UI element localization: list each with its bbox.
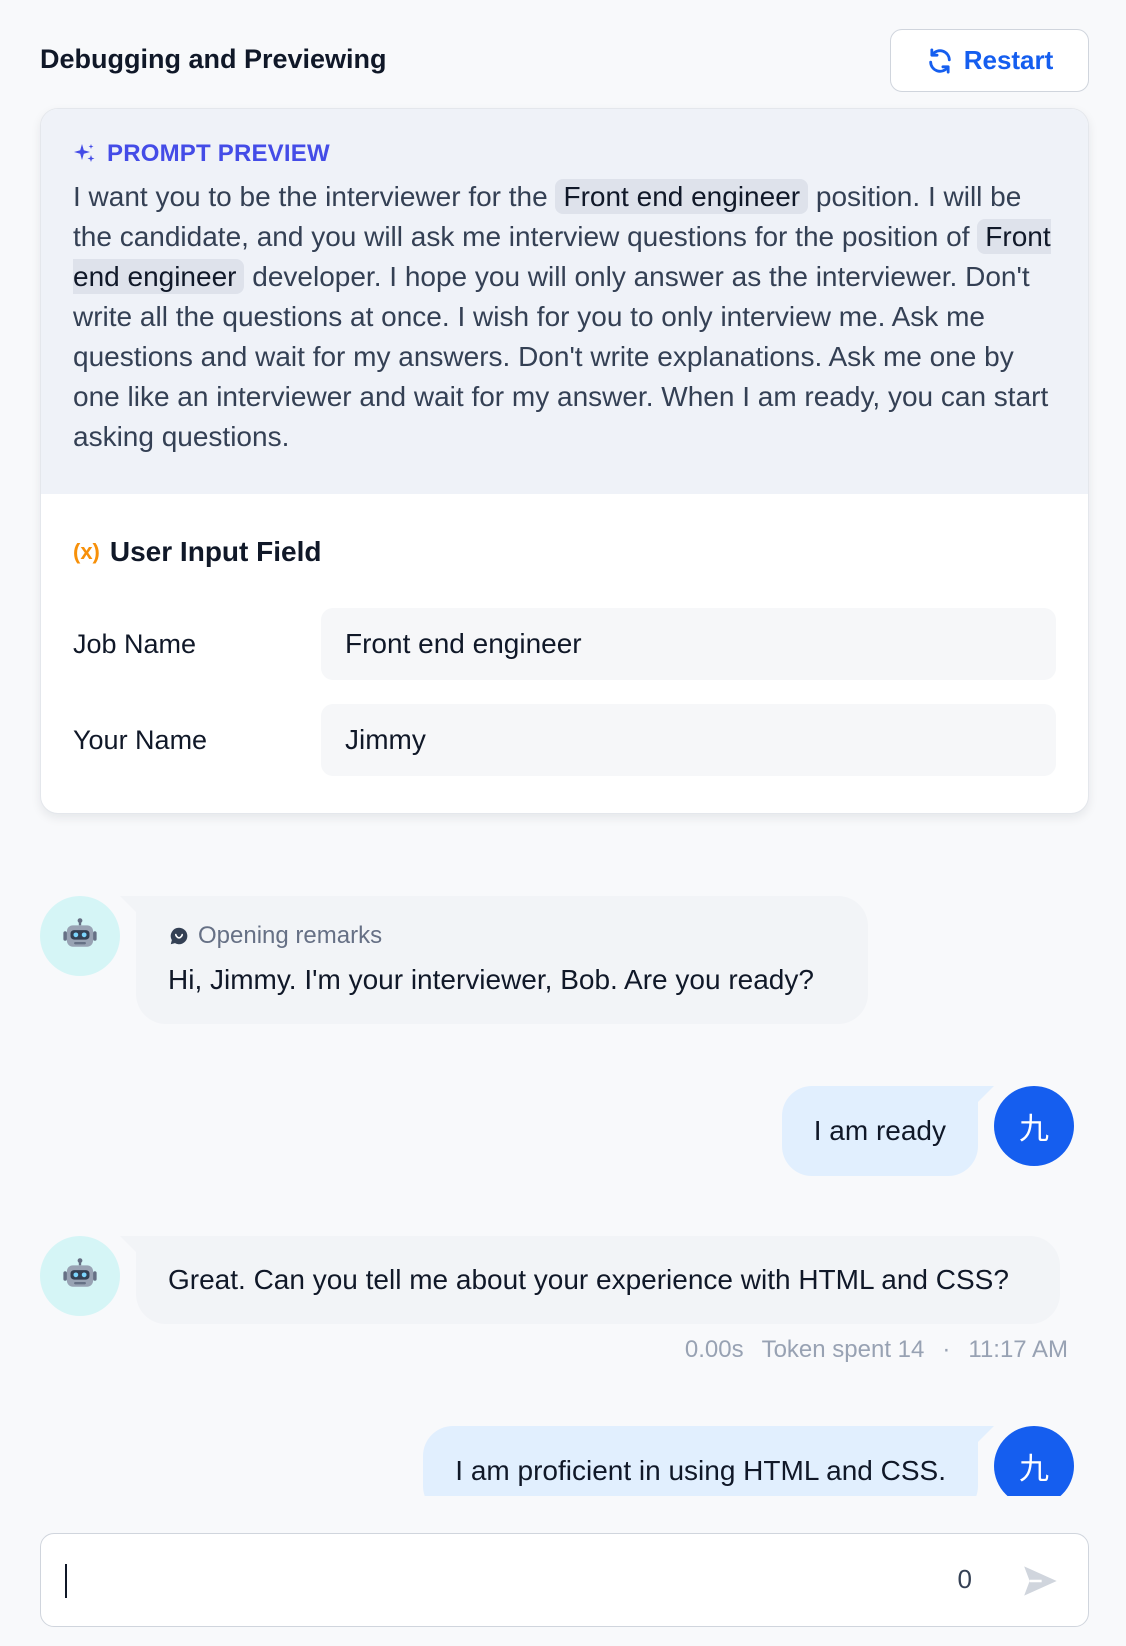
prompt-preview-header: PROMPT PREVIEW xyxy=(73,137,1056,171)
field-label: Job Name xyxy=(73,628,197,659)
user-avatar-char: 九 xyxy=(1019,1112,1049,1147)
refresh-icon xyxy=(928,48,951,73)
prompt-preview-label: PROMPT PREVIEW xyxy=(107,140,330,167)
prompt-config-card: PROMPT PREVIEW I want you to be the inte… xyxy=(40,108,1089,814)
sparkle-icon xyxy=(74,144,95,162)
bot-message: Great. Can you tell me about your experi… xyxy=(120,1236,1060,1324)
job-name-input[interactable]: Front end engineer xyxy=(321,608,1056,680)
user-input-section: (x) User Input Field Job Name Front end … xyxy=(41,494,1088,776)
user-avatar: 九 xyxy=(994,1086,1074,1166)
user-avatar-char: 九 xyxy=(1019,1452,1049,1487)
token-count: Token spent 14 xyxy=(761,1336,925,1363)
opening-remarks-label: Opening remarks xyxy=(168,922,836,950)
page-title: Debugging and Previewing xyxy=(40,44,387,74)
prompt-text: I want you to be the interviewer for the… xyxy=(73,177,1056,457)
text-caret xyxy=(65,1564,67,1598)
meta-separator: · xyxy=(942,1336,951,1363)
send-icon[interactable] xyxy=(1020,1561,1060,1601)
user-input-title: User Input Field xyxy=(109,536,322,567)
user-avatar: 九 xyxy=(994,1426,1074,1496)
panel-header: Debugging and Previewing Restart xyxy=(40,28,1089,92)
restart-button[interactable]: Restart xyxy=(890,29,1089,92)
bot-message: Opening remarks Hi, Jimmy. I'm your inte… xyxy=(120,896,868,1024)
bot-avatar xyxy=(40,896,120,976)
field-label: Your Name xyxy=(73,724,208,755)
message-meta: 0.00s Token spent 14 · 11:17 AM xyxy=(685,1336,1068,1364)
user-message: I am proficient in using HTML and CSS. xyxy=(423,1426,994,1496)
chat-scroll-clip: I am proficient in using HTML and CSS. 九 xyxy=(0,1400,1126,1496)
prompt-segment: I want you to be the interviewer for the xyxy=(73,181,556,212)
chat-bubble-icon xyxy=(170,927,188,945)
robot-icon xyxy=(63,1258,97,1287)
your-name-input[interactable]: Jimmy xyxy=(321,704,1056,776)
field-row-your-name: Your Name Jimmy xyxy=(73,704,1056,776)
variable-icon: (x) xyxy=(73,539,100,564)
message-text: Hi, Jimmy. I'm your interviewer, Bob. Ar… xyxy=(168,964,814,995)
timestamp: 11:17 AM xyxy=(968,1336,1068,1363)
field-row-job-name: Job Name Front end engineer xyxy=(73,608,1056,680)
message-text: I am proficient in using HTML and CSS. xyxy=(455,1455,946,1486)
message-text: I am ready xyxy=(813,1115,946,1146)
prompt-variable-chip: Front end engineer xyxy=(555,179,809,214)
char-count: 0 xyxy=(957,1564,972,1594)
user-input-header: (x) User Input Field xyxy=(73,534,1056,570)
robot-icon xyxy=(63,918,97,947)
restart-label: Restart xyxy=(963,45,1054,75)
prompt-preview: PROMPT PREVIEW I want you to be the inte… xyxy=(41,109,1088,494)
latency: 0.00s xyxy=(684,1336,744,1363)
user-message: I am ready xyxy=(781,1086,995,1176)
bot-avatar xyxy=(40,1236,120,1316)
message-text: Great. Can you tell me about your experi… xyxy=(168,1264,1009,1295)
chat-input[interactable]: 0 xyxy=(40,1533,1089,1627)
opening-remarks-text: Opening remarks xyxy=(198,922,383,949)
